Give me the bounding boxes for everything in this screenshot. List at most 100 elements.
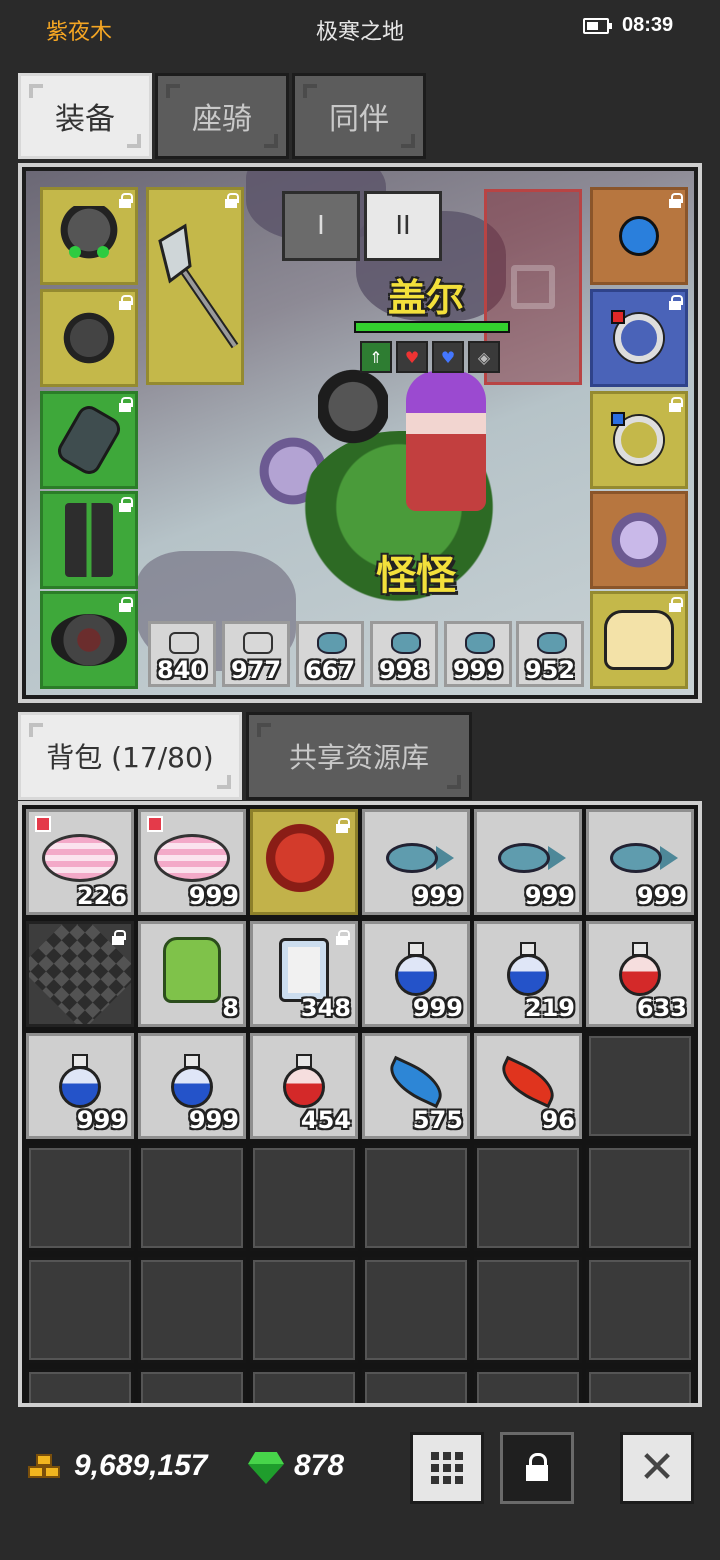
empty-bag-slot[interactable] — [362, 1369, 470, 1403]
backpack-grid: 226 999 999 999 999 8 348 999 219 633 999 999 454 575… — [18, 801, 702, 1407]
new-item-flag-icon — [147, 816, 163, 832]
quickbar-slot[interactable]: 977 — [222, 621, 290, 687]
empty-bag-slot[interactable] — [250, 1145, 358, 1251]
quickbar-slot[interactable]: 840 — [148, 621, 216, 687]
empty-bag-slot[interactable] — [586, 1257, 694, 1363]
item-quantity: 96 — [541, 1106, 575, 1134]
tab-backpack[interactable]: 背包 (17/80) — [18, 712, 242, 800]
quickbar-slot[interactable]: 667 — [296, 621, 364, 687]
tab-mount[interactable]: 座骑 — [155, 73, 289, 159]
empty-bag-slot[interactable] — [138, 1369, 246, 1403]
status-bar: 紫夜木 极寒之地 08:39 — [0, 0, 720, 58]
bag-slot[interactable]: 633 — [586, 921, 694, 1027]
bag-slot[interactable]: 226 — [26, 809, 134, 915]
red-leaf-icon — [494, 1055, 562, 1109]
empty-bag-slot[interactable] — [362, 1257, 470, 1363]
empty-bag-slot[interactable] — [138, 1145, 246, 1251]
item-quantity: 219 — [524, 994, 575, 1022]
buff-bar: ⇑ ♥ ♥ ◈ — [360, 341, 500, 373]
quickbar-slot[interactable]: 952 — [516, 621, 584, 687]
empty-bag-slot[interactable] — [474, 1369, 582, 1403]
bag-slot[interactable]: 999 — [138, 1033, 246, 1139]
quickbar-slot[interactable]: 998 — [370, 621, 438, 687]
item-quantity: 999 — [76, 1106, 127, 1134]
empty-bag-slot[interactable] — [586, 1145, 694, 1251]
shield-buff-icon[interactable]: ◈ — [468, 341, 500, 373]
empty-bag-slot[interactable] — [474, 1145, 582, 1251]
fish-icon — [317, 632, 347, 654]
equip-slot-weapon[interactable] — [146, 187, 244, 385]
fish-icon — [490, 841, 566, 875]
heart-buff-icon[interactable]: ♥ — [396, 341, 428, 373]
empty-bag-slot[interactable] — [26, 1369, 134, 1403]
equip-slot-helmet[interactable] — [40, 187, 138, 285]
close-button[interactable]: ✕ — [620, 1432, 694, 1504]
fish-icon — [537, 632, 567, 654]
fish-icon — [602, 841, 678, 875]
equip-slot-ring-2[interactable] — [590, 391, 688, 489]
character-scene: I II 盖尔 ⇑ ♥ ♥ ◈ 怪怪 840 977 667 998 999 9… — [26, 171, 694, 695]
cake-icon — [154, 834, 230, 882]
bag-slot[interactable] — [26, 921, 134, 1027]
hero-sprite — [406, 371, 486, 511]
empty-bag-slot[interactable] — [26, 1257, 134, 1363]
quickbar-slot[interactable]: 999 — [444, 621, 512, 687]
battle-set-tab-1[interactable]: I — [282, 191, 360, 261]
equip-slot-gauntlet[interactable] — [40, 391, 138, 489]
hero-name: 盖尔 — [388, 276, 465, 320]
bag-slot[interactable]: 96 — [474, 1033, 582, 1139]
bag-slot[interactable]: 454 — [250, 1033, 358, 1139]
equip-slot-shoulder[interactable] — [40, 289, 138, 387]
tab-shared-storage-label: 共享资源库 — [288, 741, 429, 774]
potion-icon — [169, 632, 199, 654]
helmet-icon — [59, 206, 119, 266]
equip-slot-ring-1[interactable] — [590, 289, 688, 387]
lock-icon — [118, 597, 133, 613]
item-quantity: 8 — [222, 994, 239, 1022]
mana-heart-buff-icon[interactable]: ♥ — [432, 341, 464, 373]
blue-leaf-icon — [382, 1055, 450, 1109]
clock: 08:39 — [622, 14, 674, 36]
bag-slot[interactable]: 999 — [138, 809, 246, 915]
tab-equipment[interactable]: 装备 — [18, 73, 152, 159]
sort-grid-button[interactable] — [410, 1432, 484, 1504]
equip-slot-belt[interactable] — [40, 591, 138, 689]
empty-bag-slot[interactable] — [586, 1033, 694, 1139]
empty-bag-slot[interactable] — [138, 1257, 246, 1363]
battle-set-tab-2[interactable]: II — [364, 191, 442, 261]
lock-icon — [118, 397, 133, 413]
lock-icon — [668, 397, 683, 413]
tab-companion[interactable]: 同伴 — [292, 73, 426, 159]
empty-bag-slot[interactable] — [586, 1369, 694, 1403]
empty-bag-slot[interactable] — [250, 1369, 358, 1403]
equip-slot-pet[interactable] — [590, 591, 688, 689]
bag-slot[interactable] — [250, 809, 358, 915]
equip-slot-boots[interactable] — [40, 491, 138, 589]
empty-bag-slot[interactable] — [362, 1145, 470, 1251]
quickbar-qty: 840 — [156, 656, 208, 684]
lock-icon — [668, 193, 683, 209]
bag-slot[interactable]: 999 — [362, 809, 470, 915]
bag-slot[interactable]: 999 — [586, 809, 694, 915]
zone-name: 极寒之地 — [315, 20, 404, 45]
rank-up-buff-icon[interactable]: ⇑ — [360, 341, 392, 373]
equip-slot-mount[interactable] — [590, 491, 688, 589]
empty-bag-slot[interactable] — [474, 1257, 582, 1363]
bag-slot[interactable]: 999 — [474, 809, 582, 915]
bag-slot[interactable]: 348 — [250, 921, 358, 1027]
empty-bag-slot[interactable] — [26, 1145, 134, 1251]
bag-slot[interactable]: 8 — [138, 921, 246, 1027]
item-quantity: 999 — [636, 882, 687, 910]
empty-bag-slot[interactable] — [250, 1257, 358, 1363]
tab-shared-storage[interactable]: 共享资源库 — [246, 712, 472, 800]
bag-slot[interactable]: 219 — [474, 921, 582, 1027]
tab-backpack-label: 背包 (17/80) — [46, 741, 214, 774]
bag-slot[interactable]: 999 — [362, 921, 470, 1027]
belt-icon — [51, 614, 127, 666]
bag-slot[interactable]: 999 — [26, 1033, 134, 1139]
item-quantity: 226 — [76, 882, 127, 910]
lock-toggle-button[interactable] — [500, 1432, 574, 1504]
pet-name: 怪怪 — [376, 553, 456, 599]
equip-slot-amulet[interactable] — [590, 187, 688, 285]
bag-slot[interactable]: 575 — [362, 1033, 470, 1139]
